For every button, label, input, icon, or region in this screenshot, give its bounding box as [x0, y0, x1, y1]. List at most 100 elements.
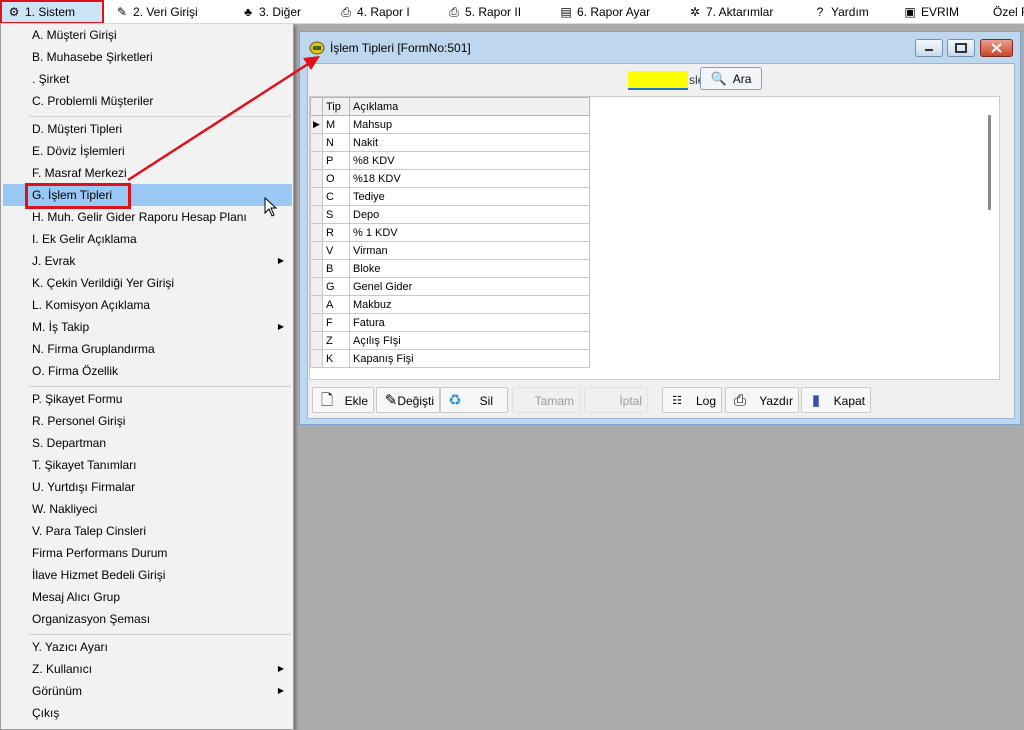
cell-aciklama[interactable]: Genel Gider	[349, 277, 590, 296]
menu-item-cekin-verildigi[interactable]: K. Çekin Verildiği Yer Girişi	[3, 272, 292, 294]
menu-item-musteri-tipleri[interactable]: D. Müşteri Tipleri	[3, 118, 292, 140]
table-row[interactable]: P %8 KDV	[310, 151, 590, 170]
menu-evrim[interactable]: ▣ EVRIM	[898, 0, 963, 23]
menu-item-muh-gelir-gider[interactable]: H. Muh. Gelir Gider Raporu Hesap Planı	[3, 206, 292, 228]
menu-item-masraf-merkezi[interactable]: F. Masraf Merkezi	[3, 162, 292, 184]
menu-item-gorunum[interactable]: Görünüm ▶	[3, 680, 292, 702]
column-header-aciklama[interactable]: Açıklama	[349, 97, 590, 116]
menu-veri-girisi[interactable]: ✎ 2. Veri Girişi	[110, 0, 202, 23]
table-row[interactable]: K Kapanış Fişi	[310, 349, 590, 368]
menu-item-ilave-hizmet[interactable]: İlave Hizmet Bedeli Girişi	[3, 564, 292, 586]
cell-aciklama[interactable]: Depo	[349, 205, 590, 224]
menu-sistem[interactable]: ⚙ 1. Sistem	[0, 0, 104, 23]
menu-item-cikis[interactable]: Çıkış	[3, 702, 292, 724]
cell-tip[interactable]: C	[322, 187, 350, 206]
menu-item-firma-performans[interactable]: Firma Performans Durum	[3, 542, 292, 564]
cell-tip[interactable]: A	[322, 295, 350, 314]
cell-aciklama[interactable]: %18 KDV	[349, 169, 590, 188]
cell-aciklama[interactable]: Virman	[349, 241, 590, 260]
menu-item-sikayet-formu[interactable]: P. Şikayet Formu	[3, 388, 292, 410]
tamam-button[interactable]: Tamam	[512, 387, 580, 413]
cell-aciklama[interactable]: Tediye	[349, 187, 590, 206]
vertical-scrollbar[interactable]	[982, 97, 999, 379]
degistir-button[interactable]: ✎ Değişti	[376, 387, 440, 413]
menu-item-para-talep-cinsleri[interactable]: V. Para Talep Cinsleri	[3, 520, 292, 542]
menu-aktarimlar[interactable]: ✲ 7. Aktarımlar	[683, 0, 777, 23]
cell-tip[interactable]: N	[322, 133, 350, 152]
cell-tip[interactable]: S	[322, 205, 350, 224]
table-row[interactable]: Z Açılış FIşi	[310, 331, 590, 350]
cell-aciklama[interactable]: Fatura	[349, 313, 590, 332]
table-row[interactable]: G Genel Gider	[310, 277, 590, 296]
cell-tip[interactable]: O	[322, 169, 350, 188]
menu-item-musteri-girisi[interactable]: A. Müşteri Girişi	[3, 24, 292, 46]
menu-item-yurtdisi-firmalar[interactable]: U. Yurtdışı Firmalar	[3, 476, 292, 498]
menu-rapor-ayar[interactable]: ▤ 6. Rapor Ayar	[554, 0, 654, 23]
table-row[interactable]: A Makbuz	[310, 295, 590, 314]
menu-item-ek-gelir-aciklama[interactable]: I. Ek Gelir Açıklama	[3, 228, 292, 250]
menu-rapor-2[interactable]: ⎙ 5. Rapor II	[442, 0, 525, 23]
menu-yardim[interactable]: ? Yardım	[808, 0, 873, 23]
menu-item-muhasebe-sirketleri[interactable]: B. Muhasebe Şirketleri	[3, 46, 292, 68]
menu-item-komisyon-aciklama[interactable]: L. Komisyon Açıklama	[3, 294, 292, 316]
cell-aciklama[interactable]: Makbuz	[349, 295, 590, 314]
table-row[interactable]: V Virman	[310, 241, 590, 260]
menu-item-sirket[interactable]: . Şirket	[3, 68, 292, 90]
menu-item-problemli-musteriler[interactable]: C. Problemli Müşteriler	[3, 90, 292, 112]
close-button[interactable]	[980, 39, 1013, 57]
cell-aciklama[interactable]: Mahsup	[349, 115, 590, 134]
table-row[interactable]: B Bloke	[310, 259, 590, 278]
menu-item-departman[interactable]: S. Departman	[3, 432, 292, 454]
table-row[interactable]: F Fatura	[310, 313, 590, 332]
menu-item-is-takip[interactable]: M. İş Takip ▶	[3, 316, 292, 338]
menu-item-doviz-islemleri[interactable]: E. Döviz İşlemleri	[3, 140, 292, 162]
cell-aciklama[interactable]: Nakit	[349, 133, 590, 152]
minimize-button[interactable]	[915, 39, 943, 57]
cell-tip[interactable]: B	[322, 259, 350, 278]
cell-aciklama[interactable]: % 1 KDV	[349, 223, 590, 242]
cell-aciklama[interactable]: %8 KDV	[349, 151, 590, 170]
menu-item-evrak[interactable]: J. Evrak ▶	[3, 250, 292, 272]
table-row[interactable]: S Depo	[310, 205, 590, 224]
maximize-button[interactable]	[947, 39, 975, 57]
table-row[interactable]: C Tediye	[310, 187, 590, 206]
menu-item-yazici-ayari[interactable]: Y. Yazıcı Ayarı	[3, 636, 292, 658]
sil-button[interactable]: ♻ Sil	[440, 387, 508, 413]
cell-tip[interactable]: F	[322, 313, 350, 332]
menu-item-organizasyon-semasi[interactable]: Organizasyon Şeması	[3, 608, 292, 630]
menu-diger[interactable]: ♣ 3. Diğer	[236, 0, 305, 23]
cell-tip[interactable]: G	[322, 277, 350, 296]
menu-item-firma-gruplandirma[interactable]: N. Firma Gruplandırma	[3, 338, 292, 360]
cell-aciklama[interactable]: Açılış FIşi	[349, 331, 590, 350]
cell-tip[interactable]: K	[322, 349, 350, 368]
table-row[interactable]: R% 1 KDV	[310, 223, 590, 242]
yazdir-button[interactable]: ⎙ Yazdır	[725, 387, 799, 413]
menu-rapor-1[interactable]: ⎙ 4. Rapor I	[334, 0, 414, 23]
table-row[interactable]: O %18 KDV	[310, 169, 590, 188]
scrollbar-thumb[interactable]	[988, 115, 991, 210]
column-header-tip[interactable]: Tip	[322, 97, 350, 116]
menu-item-personel-girisi[interactable]: R. Personel Girişi	[3, 410, 292, 432]
menu-item-sikayet-tanimlari[interactable]: T. Şikayet Tanımları	[3, 454, 292, 476]
menu-ozel[interactable]: Özel F	[989, 0, 1024, 23]
search-input[interactable]	[628, 71, 688, 90]
cell-aciklama[interactable]: Kapanış Fişi	[349, 349, 590, 368]
table-row[interactable]: ▶ M Mahsup	[310, 115, 590, 134]
cell-tip[interactable]: R	[322, 223, 350, 242]
cell-tip[interactable]: M	[322, 115, 350, 134]
ara-button[interactable]: 🔍 Ara	[700, 67, 762, 90]
cell-tip[interactable]: V	[322, 241, 350, 260]
menu-item-nakliyeci[interactable]: W. Nakliyeci	[3, 498, 292, 520]
ekle-button[interactable]: 🗋 Ekle	[312, 387, 374, 413]
menu-item-firma-ozellik[interactable]: O. Firma Özellik	[3, 360, 292, 382]
table-row[interactable]: N Nakit	[310, 133, 590, 152]
log-button[interactable]: ☷ Log	[662, 387, 722, 413]
kapat-button[interactable]: ▮ Kapat	[801, 387, 871, 413]
window-title-bar[interactable]: İşlem Tipleri [FormNo:501]	[300, 32, 1020, 63]
menu-item-mesaj-alici-grup[interactable]: Mesaj Alıcı Grup	[3, 586, 292, 608]
cell-aciklama[interactable]: Bloke	[349, 259, 590, 278]
cell-tip[interactable]: P	[322, 151, 350, 170]
menu-item-kullanici[interactable]: Z. Kullanıcı ▶	[3, 658, 292, 680]
cell-tip[interactable]: Z	[322, 331, 350, 350]
iptal-button[interactable]: İptal	[584, 387, 648, 413]
